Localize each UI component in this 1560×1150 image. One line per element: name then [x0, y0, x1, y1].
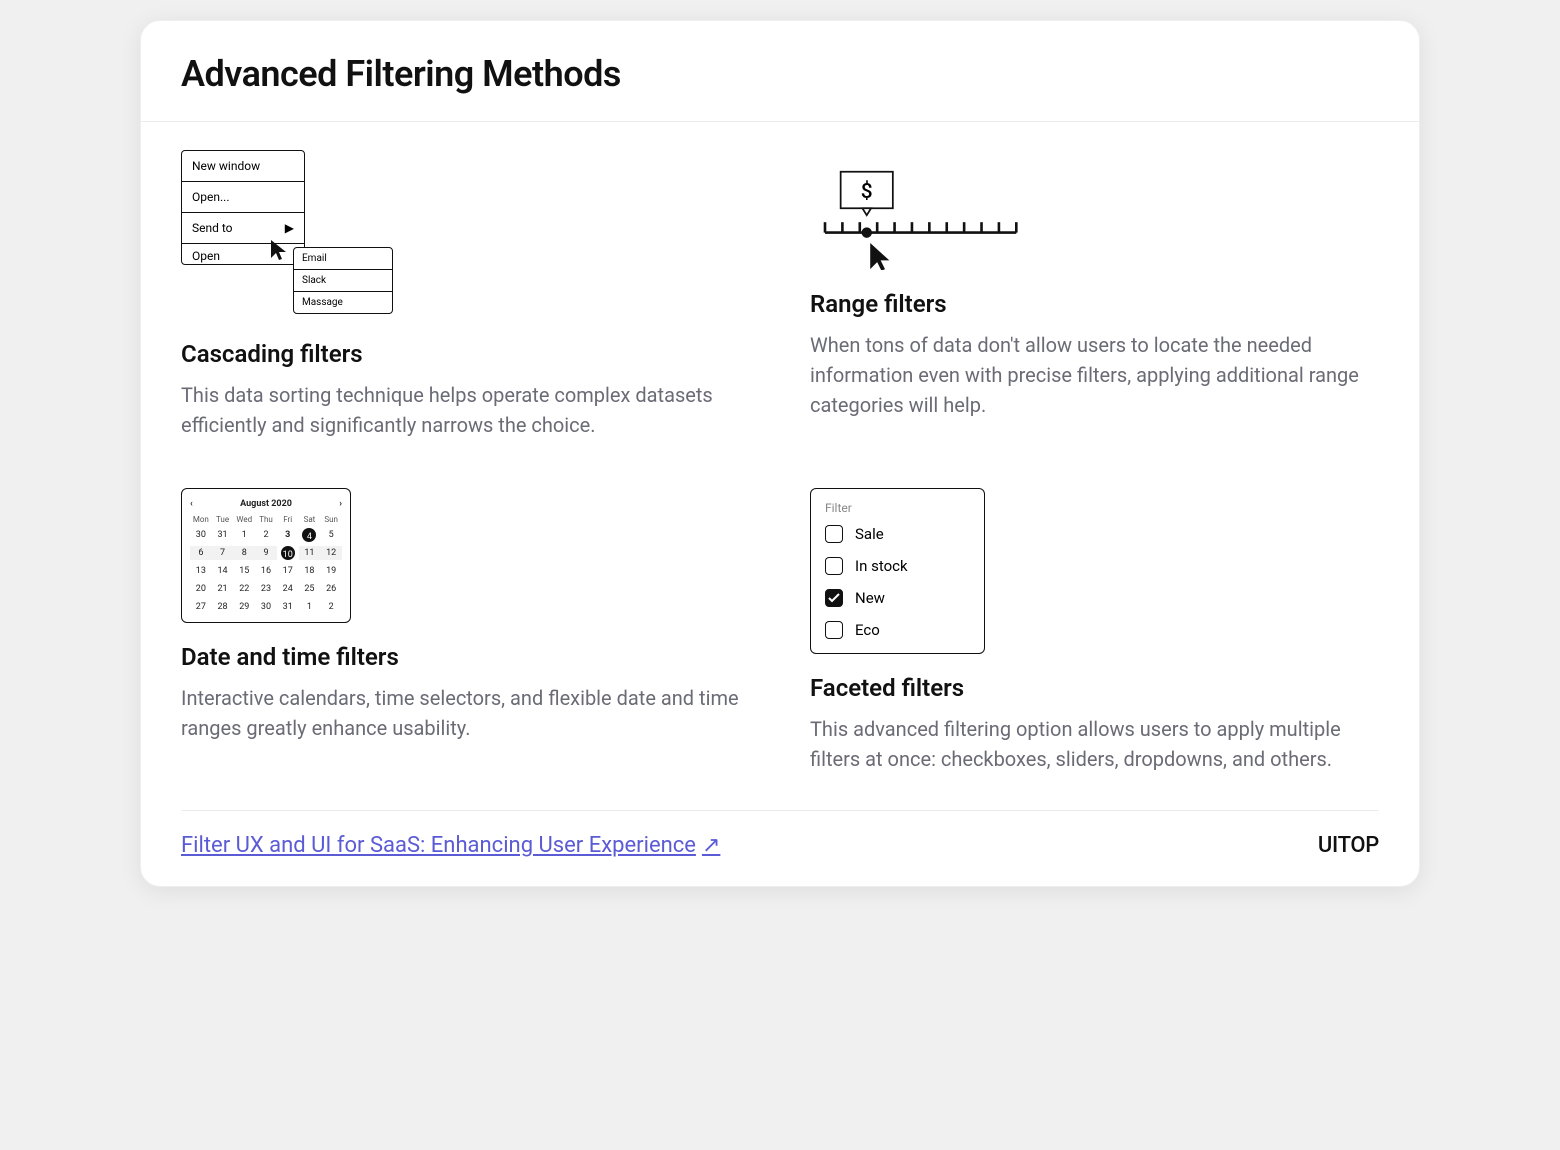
calendar-dow: Sat	[299, 515, 321, 524]
section-range: $	[810, 150, 1379, 440]
section-heading: Faceted filters	[810, 674, 1379, 702]
menu-item: Open...	[182, 182, 304, 213]
currency-icon: $	[861, 180, 873, 204]
calendar-day: 14	[212, 564, 234, 578]
calendar-dow: Fri	[277, 515, 299, 524]
external-link-icon: ↗	[702, 833, 720, 858]
checkbox-row: Sale	[825, 525, 970, 543]
footer-link-text: Filter UX and UI for SaaS: Enhancing Use…	[181, 833, 696, 858]
checkbox-row: In stock	[825, 557, 970, 575]
calendar-dow: Tue	[212, 515, 234, 524]
calendar-month: August 2020	[240, 499, 292, 509]
calendar-day: 26	[320, 582, 342, 596]
menu-item: New window	[182, 151, 304, 182]
footer-link[interactable]: Filter UX and UI for SaaS: Enhancing Use…	[181, 833, 720, 858]
illustration-range: $	[810, 150, 1379, 270]
submenu-item: Slack	[294, 270, 392, 292]
calendar-day: 2	[320, 600, 342, 614]
cursor-icon	[269, 238, 289, 262]
calendar-day: 31	[277, 600, 299, 614]
calendar-day: 17	[277, 564, 299, 578]
submenu-item: Massage	[294, 292, 392, 313]
checkbox-label: Sale	[855, 525, 884, 543]
calendar-dow: Wed	[233, 515, 255, 524]
calendar-day: 29	[233, 600, 255, 614]
checkbox-row: New	[825, 589, 970, 607]
checkbox-label: In stock	[855, 557, 908, 575]
section-faceted: Filter Sale In stock New Eco Faceted filter…	[810, 488, 1379, 774]
faceted-label: Filter	[825, 501, 970, 515]
footer-brand: UITOP	[1318, 833, 1379, 858]
section-body: When tons of data don't allow users to l…	[810, 330, 1379, 420]
calendar-day: 10	[281, 546, 295, 560]
checkbox-label: New	[855, 589, 885, 607]
calendar-day: 19	[320, 564, 342, 578]
calendar-day: 8	[233, 546, 255, 560]
illustration-faceted: Filter Sale In stock New Eco	[810, 488, 985, 654]
illustration-cascade: New window Open... Send to ▶ Open Email …	[181, 150, 750, 320]
page-title: Advanced Filtering Methods	[181, 53, 1379, 95]
card: Advanced Filtering Methods New window Op…	[140, 20, 1420, 887]
calendar-day: 15	[233, 564, 255, 578]
calendar-dow: Thu	[255, 515, 277, 524]
calendar-day: 27	[190, 600, 212, 614]
calendar-day: 3	[277, 528, 299, 542]
section-cascading: New window Open... Send to ▶ Open Email …	[181, 150, 750, 440]
calendar-day: 5	[320, 528, 342, 542]
calendar-day: 23	[255, 582, 277, 596]
calendar-day: 11	[299, 546, 321, 560]
calendar-day: 25	[299, 582, 321, 596]
calendar-day: 7	[212, 546, 234, 560]
section-heading: Date and time filters	[181, 643, 750, 671]
checkbox-label: Eco	[855, 621, 880, 639]
checkbox-icon	[825, 525, 843, 543]
calendar-day: 13	[190, 564, 212, 578]
checkbox-icon	[825, 621, 843, 639]
section-datetime: ‹ August 2020 › MonTueWedThuFriSatSun303…	[181, 488, 750, 774]
section-heading: Range filters	[810, 290, 1379, 318]
calendar-day: 1	[233, 528, 255, 542]
chevron-left-icon: ‹	[190, 499, 193, 509]
checkbox-icon	[825, 557, 843, 575]
calendar-day: 18	[299, 564, 321, 578]
chevron-right-icon: ▶	[285, 221, 294, 235]
calendar-day: 28	[212, 600, 234, 614]
calendar-day: 20	[190, 582, 212, 596]
calendar-day: 22	[233, 582, 255, 596]
illustration-calendar: ‹ August 2020 › MonTueWedThuFriSatSun303…	[181, 488, 351, 623]
calendar-day: 31	[212, 528, 234, 542]
calendar-day: 4	[302, 528, 316, 542]
calendar-day: 21	[212, 582, 234, 596]
calendar-day: 30	[255, 600, 277, 614]
submenu-item: Email	[294, 248, 392, 270]
calendar-day: 6	[190, 546, 212, 560]
calendar-day: 1	[299, 600, 321, 614]
section-body: This data sorting technique helps operat…	[181, 380, 750, 440]
calendar-day: 2	[255, 528, 277, 542]
section-body: Interactive calendars, time selectors, a…	[181, 683, 750, 743]
calendar-day: 9	[255, 546, 277, 560]
section-body: This advanced filtering option allows us…	[810, 714, 1379, 774]
calendar-day: 16	[255, 564, 277, 578]
chevron-right-icon: ›	[339, 499, 342, 509]
calendar-dow: Mon	[190, 515, 212, 524]
checkbox-row: Eco	[825, 621, 970, 639]
calendar-day: 12	[320, 546, 342, 560]
calendar-day: 24	[277, 582, 299, 596]
section-heading: Cascading filters	[181, 340, 750, 368]
calendar-day: 30	[190, 528, 212, 542]
checkbox-icon	[825, 589, 843, 607]
submenu: Email Slack Massage	[293, 247, 393, 314]
calendar-dow: Sun	[320, 515, 342, 524]
